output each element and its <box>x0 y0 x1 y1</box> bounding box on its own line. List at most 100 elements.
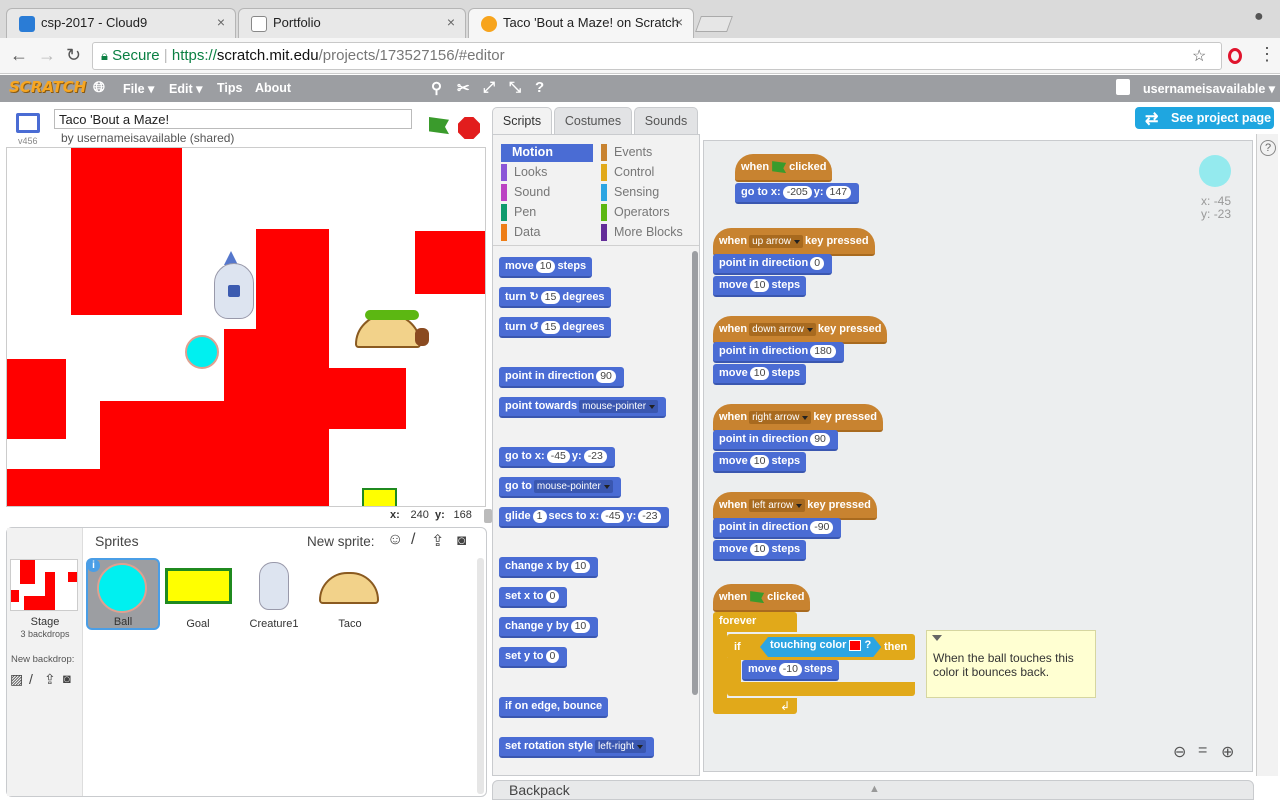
move-steps-block[interactable]: move 10 steps <box>713 452 807 473</box>
paint-backdrop-icon[interactable]: ▨ <box>10 671 23 688</box>
creature-sprite[interactable] <box>212 251 262 321</box>
username-menu[interactable]: usernameisavailable ▾ <box>1143 81 1275 96</box>
tab-costumes[interactable]: Costumes <box>554 107 632 135</box>
sprite-tile-ball[interactable]: i Ball <box>86 558 160 630</box>
move-steps-block[interactable]: move 10 steps <box>713 540 807 561</box>
backpack-bar[interactable]: Backpack ▲ <box>492 780 1254 800</box>
zoom-in-icon[interactable]: ⊕ <box>1221 742 1234 762</box>
scratch-logo[interactable]: SCRATCH <box>9 78 86 96</box>
back-icon[interactable]: ← <box>10 45 28 66</box>
upload-sprite-icon[interactable]: ⇪ <box>431 531 444 551</box>
upload-icon[interactable]: ⇪ <box>44 671 56 688</box>
duplicate-icon[interactable]: ⚲ <box>431 79 442 97</box>
block-go-to-xy[interactable]: go to x: -45 y: -23 <box>499 447 615 468</box>
category-more-blocks[interactable]: More Blocks <box>601 224 683 242</box>
reload-icon[interactable]: ↻ <box>66 45 81 66</box>
stage-collapse-handle[interactable] <box>484 509 492 523</box>
goal-sprite[interactable] <box>362 488 397 506</box>
bookmark-star-icon[interactable]: ☆ <box>1192 46 1206 66</box>
block-change-y[interactable]: change y by 10 <box>499 617 599 638</box>
category-control[interactable]: Control <box>601 164 654 182</box>
move-steps-block[interactable]: move 10 steps <box>713 364 807 385</box>
tab-scripts[interactable]: Scripts <box>492 107 552 135</box>
opera-extension-icon[interactable] <box>1228 48 1242 64</box>
category-events[interactable]: Events <box>601 144 652 162</box>
stop-sign-icon[interactable] <box>458 117 480 139</box>
stage-canvas[interactable] <box>6 147 486 507</box>
profile-icon[interactable]: ● <box>1254 8 1264 26</box>
when-up-key-pressed-hat[interactable]: when up arrow key pressed <box>713 228 875 256</box>
sprites-scrollbar[interactable] <box>477 558 484 794</box>
block-point-towards[interactable]: point towards mouse-pointer <box>499 397 667 418</box>
point-direction-block[interactable]: point in direction 0 <box>713 254 833 275</box>
forward-icon[interactable]: → <box>38 45 56 66</box>
block-set-x[interactable]: set x to 0 <box>499 587 568 608</box>
expand-triangle-icon[interactable]: ▲ <box>869 783 880 795</box>
green-flag-icon[interactable] <box>429 117 449 135</box>
block-point-in-direction[interactable]: point in direction 90 <box>499 367 624 388</box>
fullscreen-icon[interactable] <box>16 113 40 133</box>
block-go-to[interactable]: go to mouse-pointer <box>499 477 621 498</box>
go-to-xy-block[interactable]: go to x: -205 y: 147 <box>735 183 860 204</box>
when-flag-clicked-hat[interactable]: when clicked <box>735 154 833 182</box>
block-turn-left[interactable]: turn ↺ 15 degrees <box>499 317 611 338</box>
file-menu[interactable]: File ▾ <box>123 81 154 96</box>
palette-scrollbar[interactable] <box>692 251 698 695</box>
browser-tab-cloud9[interactable]: csp-2017 - Cloud9 × <box>6 8 236 38</box>
grow-icon[interactable]: ⤢ <box>483 79 495 96</box>
edit-menu[interactable]: Edit ▾ <box>169 81 202 96</box>
category-data[interactable]: Data <box>501 224 540 242</box>
browser-tab-portfolio[interactable]: Portfolio × <box>238 8 466 38</box>
script-comment[interactable]: When the ball touches this color it boun… <box>926 630 1096 698</box>
menu-icon[interactable]: ⋮ <box>1258 44 1276 65</box>
sprite-tile-goal[interactable]: Goal <box>161 558 235 630</box>
tips-link[interactable]: Tips <box>217 81 242 95</box>
tab-sounds[interactable]: Sounds <box>634 107 698 135</box>
choose-sprite-icon[interactable]: ☺ <box>387 531 403 549</box>
category-operators[interactable]: Operators <box>601 204 670 222</box>
when-right-key-pressed-hat[interactable]: when right arrow key pressed <box>713 404 883 432</box>
point-direction-block[interactable]: point in direction -90 <box>713 518 842 539</box>
help-icon[interactable]: ? <box>535 79 544 96</box>
see-project-page-button[interactable]: ⇄ See project page <box>1135 107 1274 129</box>
touching-color-block[interactable]: touching color ? <box>760 637 881 657</box>
move-steps-block[interactable]: move 10 steps <box>713 276 807 297</box>
close-tab-icon[interactable]: × <box>447 14 455 30</box>
category-pen[interactable]: Pen <box>501 204 536 222</box>
when-left-key-pressed-hat[interactable]: when left arrow key pressed <box>713 492 877 520</box>
when-down-key-pressed-hat[interactable]: when down arrow key pressed <box>713 316 888 344</box>
paint-sprite-icon[interactable]: / <box>411 531 415 549</box>
messages-icon[interactable] <box>1116 79 1130 95</box>
new-tab-button[interactable] <box>695 16 733 32</box>
info-icon[interactable]: i <box>87 559 100 572</box>
block-move-steps[interactable]: move 10 steps <box>499 257 593 278</box>
browser-tab-scratch[interactable]: Taco 'Bout a Maze! on Scratch × <box>468 8 694 38</box>
project-title-input[interactable]: Taco 'Bout a Maze! <box>54 109 412 129</box>
point-direction-block[interactable]: point in direction 90 <box>713 430 838 451</box>
close-tab-icon[interactable]: × <box>217 14 225 30</box>
taco-sprite[interactable] <box>355 308 429 350</box>
block-change-x[interactable]: change x by 10 <box>499 557 599 578</box>
block-turn-right[interactable]: turn ↻ 15 degrees <box>499 287 611 308</box>
zoom-out-icon[interactable]: ⊖ <box>1173 742 1186 762</box>
block-set-rotation-style[interactable]: set rotation style left-right <box>499 737 655 758</box>
point-direction-block[interactable]: point in direction 180 <box>713 342 844 363</box>
comment-text[interactable]: When the ball touches this color it boun… <box>933 651 1074 679</box>
stage-thumbnail[interactable] <box>10 559 78 611</box>
move-steps-block[interactable]: move -10 steps <box>742 660 839 681</box>
category-sensing[interactable]: Sensing <box>601 184 659 202</box>
camera-sprite-icon[interactable]: ◙ <box>457 532 466 549</box>
sprite-tile-creature1[interactable]: Creature1 <box>237 558 311 630</box>
when-flag-clicked-hat[interactable]: when clicked <box>713 584 811 612</box>
category-looks[interactable]: Looks <box>501 164 547 182</box>
camera-icon[interactable]: ◙ <box>63 671 71 686</box>
close-tab-icon[interactable]: × <box>675 14 683 30</box>
category-motion[interactable]: Motion <box>501 144 593 162</box>
category-sound[interactable]: Sound <box>501 184 550 202</box>
brush-icon[interactable]: / <box>29 671 33 687</box>
ball-sprite[interactable] <box>185 335 219 369</box>
block-bounce[interactable]: if on edge, bounce <box>499 697 609 718</box>
zoom-reset-icon[interactable]: = <box>1198 742 1207 760</box>
color-swatch[interactable] <box>849 640 861 651</box>
block-glide[interactable]: glide 1 secs to x: -45 y: -23 <box>499 507 670 528</box>
